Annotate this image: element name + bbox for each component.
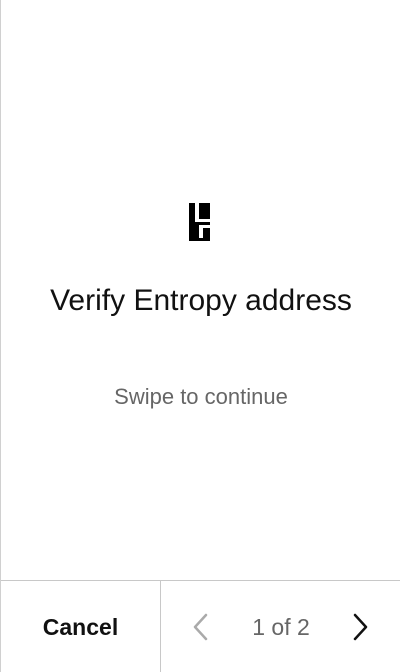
- entropy-logo-icon: [189, 203, 210, 241]
- pager: 1 of 2: [161, 581, 400, 672]
- chevron-left-icon: [193, 613, 208, 641]
- swipe-content-area[interactable]: Verify Entropy address Swipe to continue: [1, 0, 400, 580]
- cancel-button[interactable]: Cancel: [1, 581, 161, 672]
- bottom-action-bar: Cancel 1 of 2: [1, 580, 400, 672]
- next-page-button[interactable]: [345, 609, 377, 645]
- page-title: Verify Entropy address: [50, 284, 352, 317]
- verify-address-screen: Verify Entropy address Swipe to continue…: [0, 0, 400, 672]
- page-indicator: 1 of 2: [252, 614, 310, 640]
- chevron-right-icon: [353, 613, 368, 641]
- swipe-hint: Swipe to continue: [114, 384, 288, 409]
- previous-page-button[interactable]: [185, 609, 217, 645]
